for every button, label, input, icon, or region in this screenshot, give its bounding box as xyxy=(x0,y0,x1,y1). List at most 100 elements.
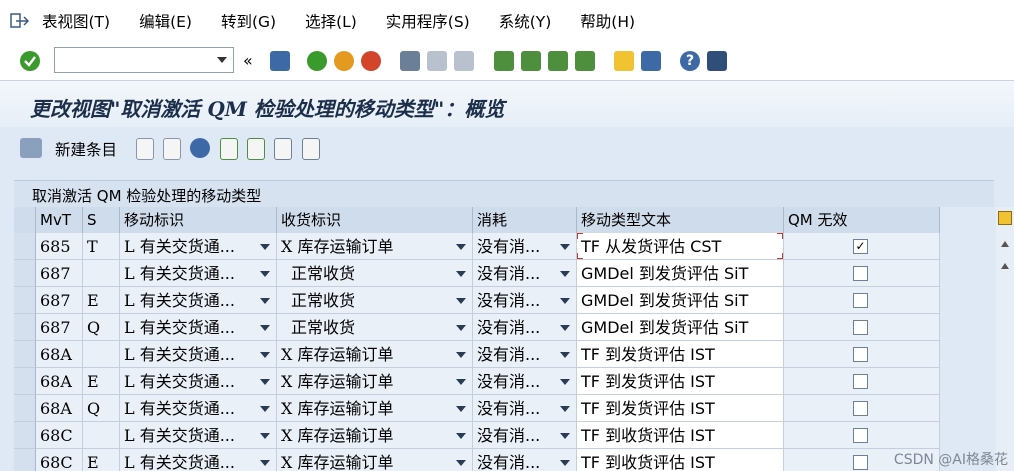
qm-inactive-checkbox[interactable] xyxy=(853,428,868,443)
find-next-icon[interactable] xyxy=(454,51,474,71)
qm-inactive-checkbox[interactable] xyxy=(853,266,868,281)
vertical-scrollbar[interactable] xyxy=(996,207,1014,471)
chevron-down-icon[interactable] xyxy=(456,460,466,466)
row-selector[interactable] xyxy=(14,341,36,368)
command-field[interactable] xyxy=(54,47,234,73)
cell-movement-text[interactable]: GMDel 到发货评估 SiT xyxy=(577,314,784,341)
chevron-down-icon[interactable] xyxy=(260,325,270,331)
row-selector[interactable] xyxy=(14,368,36,395)
deselect-all-icon[interactable] xyxy=(274,138,292,160)
chevron-down-icon[interactable] xyxy=(560,352,570,358)
cell-qm-inactive[interactable] xyxy=(784,260,940,287)
chevron-down-icon[interactable] xyxy=(560,271,570,277)
chevron-down-icon[interactable] xyxy=(260,244,270,250)
column-header-receipt-indicator[interactable]: 收货标识 xyxy=(277,207,473,233)
previous-page-icon[interactable] xyxy=(521,51,541,71)
chevron-down-icon[interactable] xyxy=(456,325,466,331)
cell-movement-text[interactable]: GMDel 到发货评估 SiT xyxy=(577,287,784,314)
cell-movement-text[interactable]: TF 到收货评估 IST xyxy=(577,449,784,471)
column-header-mvt[interactable]: MvT xyxy=(36,207,83,233)
row-selector[interactable] xyxy=(14,449,36,471)
chevron-down-icon[interactable] xyxy=(560,460,570,466)
qm-inactive-checkbox[interactable] xyxy=(853,293,868,308)
cell-movement-indicator[interactable]: L 有关交货通... xyxy=(120,314,277,341)
chevron-down-icon[interactable] xyxy=(217,57,227,63)
cell-qm-inactive[interactable] xyxy=(784,395,940,422)
chevron-down-icon[interactable] xyxy=(560,244,570,250)
cell-receipt-indicator[interactable]: X 库存运输订单 xyxy=(277,449,473,471)
row-selector[interactable] xyxy=(14,314,36,341)
find-icon[interactable] xyxy=(427,51,447,71)
cell-qm-inactive[interactable] xyxy=(784,314,940,341)
column-header-movement-indicator[interactable]: 移动标识 xyxy=(120,207,277,233)
back-icon[interactable] xyxy=(307,51,327,71)
cell-qm-inactive[interactable] xyxy=(784,341,940,368)
column-header-movement-text[interactable]: 移动类型文本 xyxy=(577,207,784,233)
delete-icon[interactable] xyxy=(163,138,181,160)
menu-item-help[interactable]: 帮助(H) xyxy=(580,10,635,32)
cell-consumption[interactable]: 没有消... xyxy=(473,260,577,287)
print-list-icon[interactable] xyxy=(302,138,320,160)
chevron-down-icon[interactable] xyxy=(456,271,466,277)
qm-inactive-checkbox[interactable] xyxy=(853,374,868,389)
chevron-down-icon[interactable] xyxy=(456,406,466,412)
cell-movement-indicator[interactable]: L 有关交货通... xyxy=(120,449,277,471)
qm-inactive-checkbox[interactable]: ✓ xyxy=(853,239,868,254)
scroll-page-up-icon[interactable] xyxy=(1001,263,1009,269)
create-session-icon[interactable] xyxy=(614,51,634,71)
shortcut-icon[interactable] xyxy=(641,51,661,71)
row-selector[interactable] xyxy=(14,260,36,287)
menu-item-selection[interactable]: 选择(L) xyxy=(305,10,357,32)
cell-consumption[interactable]: 没有消... xyxy=(473,395,577,422)
chevron-down-icon[interactable] xyxy=(260,433,270,439)
chevron-down-icon[interactable] xyxy=(260,352,270,358)
cell-consumption[interactable]: 没有消... xyxy=(473,233,577,260)
chevron-down-icon[interactable] xyxy=(560,325,570,331)
cell-movement-indicator[interactable]: L 有关交货通... xyxy=(120,341,277,368)
select-block-icon[interactable] xyxy=(247,138,265,160)
chevron-down-icon[interactable] xyxy=(456,379,466,385)
column-settings-icon[interactable] xyxy=(998,211,1012,225)
cell-movement-indicator[interactable]: L 有关交货通... xyxy=(120,233,277,260)
cell-movement-text[interactable]: TF 从发货评估 CST xyxy=(577,233,784,260)
cell-receipt-indicator[interactable]: 正常收货 xyxy=(277,314,473,341)
scroll-up-icon[interactable] xyxy=(1001,241,1009,247)
qm-inactive-checkbox[interactable] xyxy=(853,401,868,416)
save-icon[interactable] xyxy=(270,51,290,71)
chevron-down-icon[interactable] xyxy=(260,298,270,304)
column-header-qm-inactive[interactable]: QM 无效 xyxy=(784,207,940,233)
row-selector[interactable] xyxy=(14,287,36,314)
cell-movement-text[interactable]: TF 到发货评估 IST xyxy=(577,341,784,368)
first-page-icon[interactable] xyxy=(494,51,514,71)
row-selector[interactable] xyxy=(14,233,36,260)
cell-qm-inactive[interactable] xyxy=(784,368,940,395)
cell-movement-text[interactable]: GMDel 到发货评估 SiT xyxy=(577,260,784,287)
cell-receipt-indicator[interactable]: X 库存运输订单 xyxy=(277,395,473,422)
cell-consumption[interactable]: 没有消... xyxy=(473,314,577,341)
chevron-down-icon[interactable] xyxy=(260,271,270,277)
enter-icon[interactable] xyxy=(20,51,40,71)
last-page-icon[interactable] xyxy=(575,51,595,71)
menu-item-utilities[interactable]: 实用程序(S) xyxy=(386,10,470,32)
qm-inactive-checkbox[interactable] xyxy=(853,320,868,335)
chevron-down-icon[interactable] xyxy=(560,433,570,439)
select-all-icon[interactable] xyxy=(220,138,238,160)
cell-consumption[interactable]: 没有消... xyxy=(473,422,577,449)
next-page-icon[interactable] xyxy=(548,51,568,71)
column-header-special-stock[interactable]: S xyxy=(83,207,120,233)
print-icon[interactable] xyxy=(400,51,420,71)
menu-item-table-view[interactable]: 表视图(T) xyxy=(42,10,110,32)
chevron-down-icon[interactable] xyxy=(560,379,570,385)
new-entries-button[interactable]: 新建条目 xyxy=(55,138,117,160)
cell-movement-text[interactable]: TF 到发货评估 IST xyxy=(577,395,784,422)
cell-movement-indicator[interactable]: L 有关交货通... xyxy=(120,368,277,395)
chevron-down-icon[interactable] xyxy=(260,460,270,466)
row-selector[interactable] xyxy=(14,422,36,449)
cell-receipt-indicator[interactable]: X 库存运输订单 xyxy=(277,368,473,395)
cell-movement-text[interactable]: TF 到收货评估 IST xyxy=(577,422,784,449)
cell-receipt-indicator[interactable]: 正常收货 xyxy=(277,287,473,314)
chevron-down-icon[interactable] xyxy=(260,406,270,412)
cell-movement-text[interactable]: TF 到发货评估 IST xyxy=(577,368,784,395)
menu-item-system[interactable]: 系统(Y) xyxy=(499,10,552,32)
cell-qm-inactive[interactable]: ✓ xyxy=(784,233,940,260)
